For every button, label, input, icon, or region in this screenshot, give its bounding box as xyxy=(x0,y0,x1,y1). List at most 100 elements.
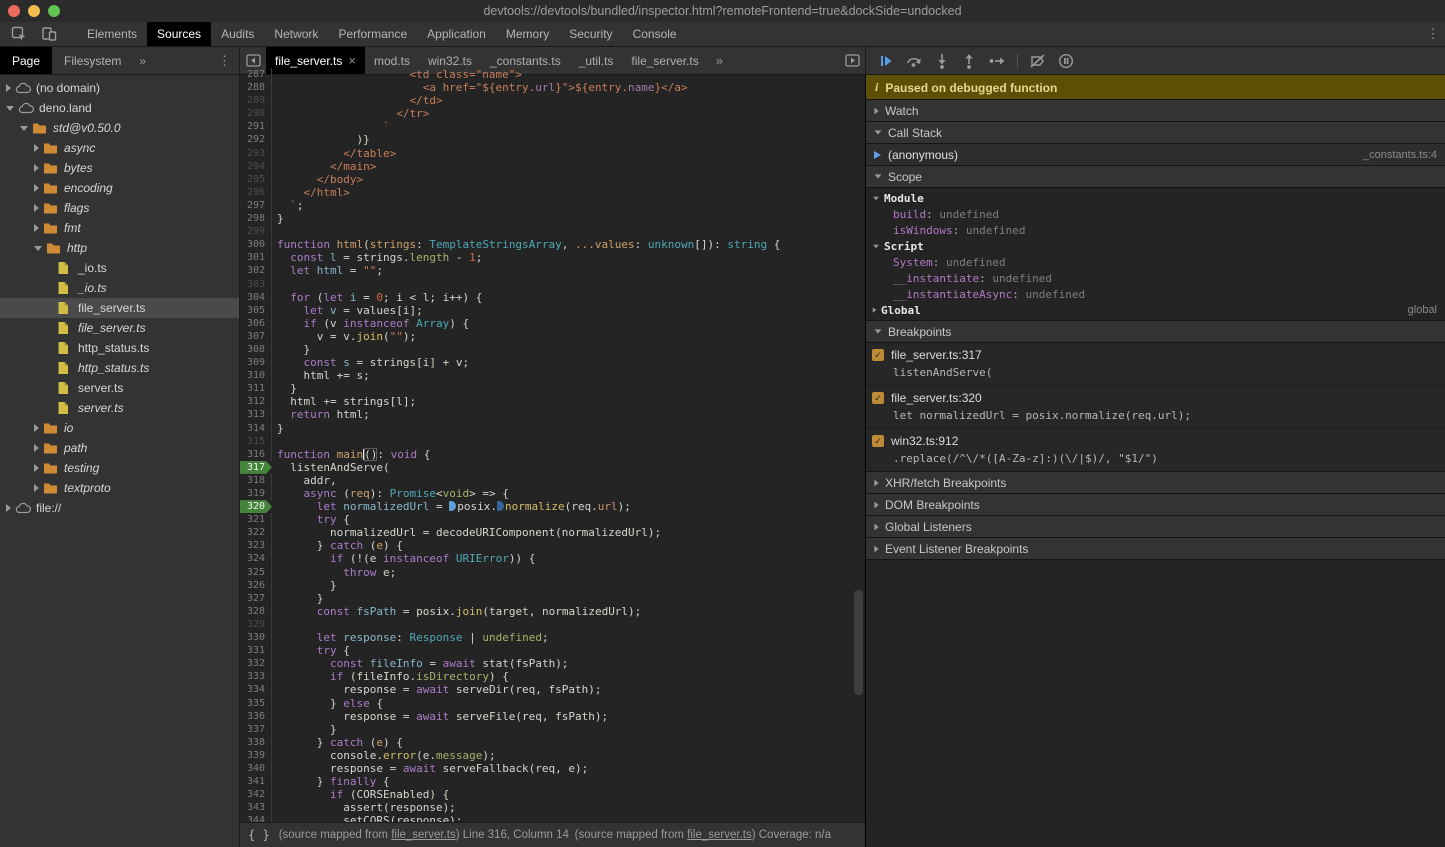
breakpoint-checkbox[interactable]: ✓ xyxy=(872,349,884,361)
line-number[interactable]: 292 xyxy=(240,133,272,146)
tab-audits[interactable]: Audits xyxy=(211,22,264,46)
pretty-print-button[interactable]: { } xyxy=(248,828,270,842)
code-area[interactable]: 287 <td class="name">288 <a href="${entr… xyxy=(240,68,865,822)
line-number[interactable]: 322 xyxy=(240,526,272,539)
line-number[interactable]: 337 xyxy=(240,723,272,736)
step-icon[interactable] xyxy=(988,53,1006,69)
line-number[interactable]: 289 xyxy=(240,94,272,107)
tab-network[interactable]: Network xyxy=(264,22,328,46)
section-xhr-fetch-breakpoints[interactable]: XHR/fetch Breakpoints xyxy=(866,471,1445,494)
line-number[interactable]: 327 xyxy=(240,592,272,605)
section-breakpoints[interactable]: Breakpoints xyxy=(866,320,1445,343)
line-number[interactable]: 295 xyxy=(240,173,272,186)
tree-item-_io.ts[interactable]: _io.ts xyxy=(0,258,239,278)
line-number[interactable]: 287 xyxy=(240,68,272,81)
line-number[interactable]: 308 xyxy=(240,343,272,356)
close-tab-icon[interactable]: × xyxy=(348,53,356,68)
line-number[interactable]: 330 xyxy=(240,631,272,644)
breakpoint-checkbox[interactable]: ✓ xyxy=(872,392,884,404)
line-number[interactable]: 309 xyxy=(240,356,272,369)
chevron-down-icon[interactable] xyxy=(6,106,14,111)
line-number[interactable]: 290 xyxy=(240,107,272,120)
tree-item-encoding[interactable]: encoding xyxy=(0,178,239,198)
chevron-right-icon[interactable] xyxy=(34,464,39,472)
breakpoint-location[interactable]: file_server.ts:320 xyxy=(891,391,982,405)
step-over-icon[interactable] xyxy=(905,53,923,69)
tree-item-std@v0.50.0[interactable]: std@v0.50.0 xyxy=(0,118,239,138)
more-options-icon[interactable]: ⋮ xyxy=(1421,22,1445,46)
tree-item-file[interactable]: file:// xyxy=(0,498,239,518)
line-number[interactable]: 318 xyxy=(240,474,272,487)
scope-group-script[interactable]: Script xyxy=(866,238,1445,254)
line-number[interactable]: 305 xyxy=(240,304,272,317)
chevron-right-icon[interactable] xyxy=(34,424,39,432)
line-number[interactable]: 328 xyxy=(240,605,272,618)
chevron-down-icon[interactable] xyxy=(20,126,28,131)
line-number[interactable]: 291 xyxy=(240,120,272,133)
chevron-down-icon[interactable] xyxy=(873,244,879,248)
tree-item-_io.ts[interactable]: _io.ts xyxy=(0,278,239,298)
tree-item-server.ts[interactable]: server.ts xyxy=(0,398,239,418)
line-number[interactable]: 344 xyxy=(240,814,272,822)
line-number[interactable]: 332 xyxy=(240,657,272,670)
breakpoint-location[interactable]: file_server.ts:317 xyxy=(891,348,982,362)
tree-item-async[interactable]: async xyxy=(0,138,239,158)
section-event-listener-breakpoints[interactable]: Event Listener Breakpoints xyxy=(866,537,1445,560)
line-number[interactable]: 325 xyxy=(240,566,272,579)
chevron-right-icon[interactable] xyxy=(34,184,39,192)
editor-scrollbar-thumb[interactable] xyxy=(854,590,863,695)
tab-security[interactable]: Security xyxy=(559,22,622,46)
line-number[interactable]: 341 xyxy=(240,775,272,788)
line-number[interactable]: 293 xyxy=(240,147,272,160)
line-number[interactable]: 343 xyxy=(240,801,272,814)
line-number[interactable]: 342 xyxy=(240,788,272,801)
chevron-right-icon[interactable] xyxy=(873,307,877,313)
line-number[interactable]: 303 xyxy=(240,278,272,291)
breakpoint-checkbox[interactable]: ✓ xyxy=(872,435,884,447)
line-number[interactable]: 306 xyxy=(240,317,272,330)
pause-on-exceptions-icon[interactable] xyxy=(1058,53,1074,69)
resume-icon[interactable] xyxy=(878,53,894,69)
line-number[interactable]: 315 xyxy=(240,435,272,448)
line-number[interactable]: 338 xyxy=(240,736,272,749)
section-watch[interactable]: Watch xyxy=(866,99,1445,122)
line-number[interactable]: 297 xyxy=(240,199,272,212)
chevron-right-icon[interactable] xyxy=(34,164,39,172)
line-number[interactable]: 340 xyxy=(240,762,272,775)
tab-memory[interactable]: Memory xyxy=(496,22,559,46)
tree-item-testing[interactable]: testing xyxy=(0,458,239,478)
tree-item-flags[interactable]: flags xyxy=(0,198,239,218)
tree-item-file_server.ts[interactable]: file_server.ts xyxy=(0,318,239,338)
chevron-right-icon[interactable] xyxy=(34,144,39,152)
scope-group-module[interactable]: Module xyxy=(866,190,1445,206)
tree-item-file_server.ts[interactable]: file_server.ts xyxy=(0,298,239,318)
tree-item-http_status.ts[interactable]: http_status.ts xyxy=(0,338,239,358)
navigator-tab-filesystem[interactable]: Filesystem xyxy=(52,47,133,74)
chevron-down-icon[interactable] xyxy=(34,246,42,251)
line-number[interactable]: 296 xyxy=(240,186,272,199)
tree-item-io[interactable]: io xyxy=(0,418,239,438)
step-into-icon[interactable] xyxy=(934,53,950,69)
tree-item-deno.land[interactable]: deno.land xyxy=(0,98,239,118)
line-number[interactable]: 326 xyxy=(240,579,272,592)
tree-item-fmt[interactable]: fmt xyxy=(0,218,239,238)
section-global-listeners[interactable]: Global Listeners xyxy=(866,515,1445,538)
section-dom-breakpoints[interactable]: DOM Breakpoints xyxy=(866,493,1445,516)
breakpoint-location[interactable]: win32.ts:912 xyxy=(891,434,958,448)
line-number[interactable]: 310 xyxy=(240,369,272,382)
line-number[interactable]: 299 xyxy=(240,225,272,238)
line-number[interactable]: 302 xyxy=(240,264,272,277)
line-number[interactable]: 321 xyxy=(240,513,272,526)
tab-elements[interactable]: Elements xyxy=(77,22,147,46)
line-number[interactable]: 304 xyxy=(240,291,272,304)
line-number[interactable]: 324 xyxy=(240,552,272,565)
chevron-right-icon[interactable] xyxy=(34,204,39,212)
tree-item-server.ts[interactable]: server.ts xyxy=(0,378,239,398)
inline-breakpoint-icon[interactable] xyxy=(497,501,504,511)
tab-overflow-icon[interactable]: » xyxy=(133,47,152,74)
breakpoint-line-number[interactable]: 317 xyxy=(240,461,272,474)
section-call-stack[interactable]: Call Stack xyxy=(866,121,1445,144)
tab-performance[interactable]: Performance xyxy=(328,22,417,46)
line-number[interactable]: 294 xyxy=(240,160,272,173)
chevron-right-icon[interactable] xyxy=(34,484,39,492)
